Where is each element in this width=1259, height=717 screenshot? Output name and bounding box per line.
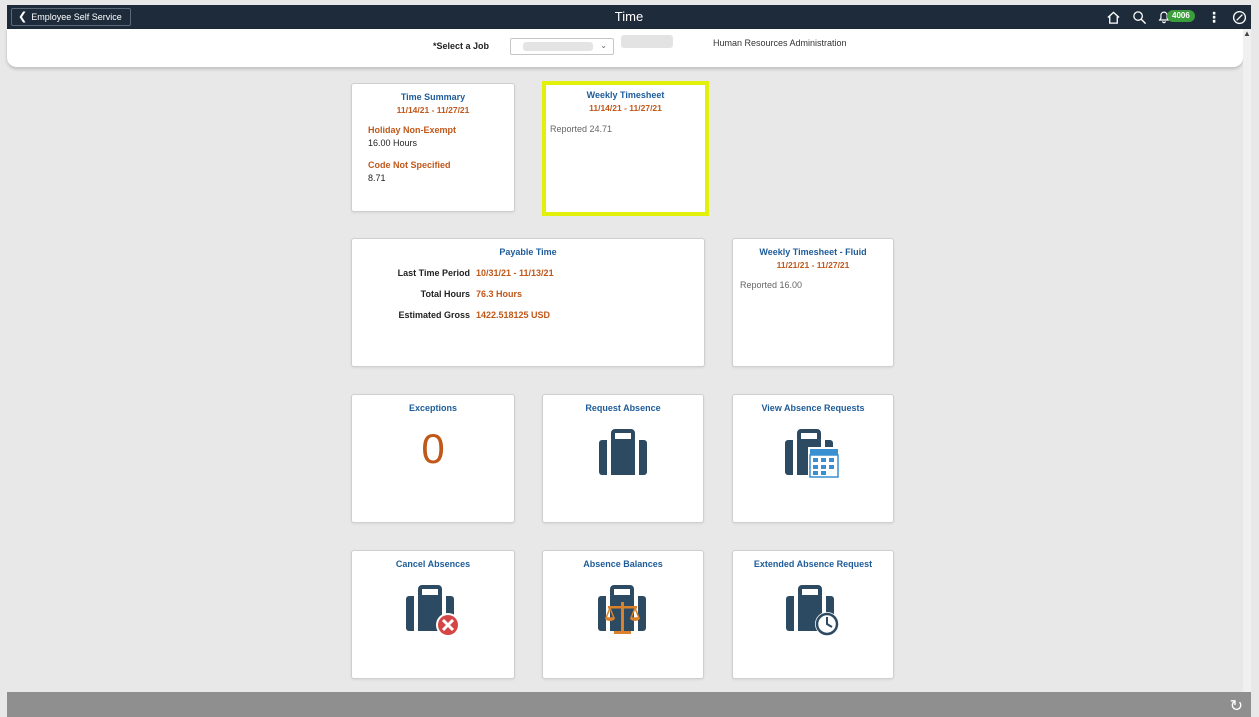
tile-period: 11/21/21 - 11/27/21 bbox=[776, 260, 850, 270]
summary-item-value: 16.00 Hours bbox=[368, 138, 418, 148]
tile-title: Weekly Timesheet bbox=[586, 90, 665, 100]
summary-item-label: Holiday Non-Exempt bbox=[368, 125, 457, 135]
briefcase-scale-icon bbox=[594, 584, 652, 643]
chevron-left-icon: ❮ bbox=[18, 11, 28, 23]
footer-bar: ↻ bbox=[7, 692, 1251, 717]
tile-title: Cancel Absences bbox=[395, 559, 471, 569]
reported-hours: Reported 24.71 bbox=[550, 124, 613, 134]
refresh-icon[interactable]: ↻ bbox=[1230, 696, 1243, 716]
tile-payable-time[interactable]: Payable Time Last Time Period 10/31/21 -… bbox=[351, 238, 705, 367]
reported-hours: Reported 16.00 bbox=[740, 280, 803, 290]
tile-title: Extended Absence Request bbox=[753, 559, 873, 569]
payable-row-value: 10/31/21 - 11/13/21 bbox=[476, 268, 554, 278]
home-icon[interactable] bbox=[1105, 9, 1121, 25]
tile-title: Weekly Timesheet - Fluid bbox=[759, 247, 867, 257]
payable-row-value: 76.3 Hours bbox=[476, 289, 523, 299]
summary-item-value: 8.71 bbox=[368, 173, 386, 183]
tile-extended-absence-request[interactable]: Extended Absence Request bbox=[732, 550, 894, 679]
exceptions-count: 0 bbox=[421, 425, 445, 472]
job-select-dropdown[interactable]: ⌄ bbox=[510, 38, 614, 55]
tile-weekly-timesheet[interactable]: Weekly Timesheet 11/14/21 - 11/27/21 Rep… bbox=[542, 81, 709, 216]
redacted-job-value bbox=[523, 42, 593, 51]
tile-cancel-absences[interactable]: Cancel Absences bbox=[351, 550, 515, 679]
top-nav-bar: ❮ Employee Self Service Time 4006 ⋮ bbox=[7, 5, 1251, 29]
tile-absence-balances[interactable]: Absence Balances bbox=[542, 550, 704, 679]
tile-request-absence[interactable]: Request Absence bbox=[542, 394, 704, 523]
chevron-down-icon: ⌄ bbox=[600, 41, 607, 50]
tile-view-absence-requests[interactable]: View Absence Requests bbox=[732, 394, 894, 523]
job-department: Human Resources Administration bbox=[713, 38, 847, 48]
search-icon[interactable] bbox=[1131, 9, 1147, 25]
tile-title: Request Absence bbox=[585, 403, 661, 413]
tile-period: 11/14/21 - 11/27/21 bbox=[396, 105, 470, 115]
page-title: Time bbox=[614, 9, 644, 24]
tile-title: Absence Balances bbox=[583, 559, 663, 569]
briefcase-calendar-icon bbox=[783, 428, 843, 485]
payable-row-label: Last Time Period bbox=[397, 268, 470, 278]
briefcase-clock-icon bbox=[784, 584, 842, 643]
job-selection-bar: *Select a Job ⌄ Human Resources Administ… bbox=[7, 29, 1243, 68]
tile-title: Time Summary bbox=[400, 92, 466, 102]
notification-badge: 4006 bbox=[1167, 10, 1195, 22]
tile-period: 11/14/21 - 11/27/21 bbox=[589, 103, 662, 113]
header-actions: 4006 ⋮ bbox=[1105, 5, 1247, 29]
vertical-scrollbar[interactable]: ▲ bbox=[1243, 29, 1251, 692]
tile-title: Exceptions bbox=[408, 403, 457, 413]
app-frame: ❮ Employee Self Service Time 4006 ⋮ *Sel… bbox=[0, 0, 1259, 717]
payable-row-label: Estimated Gross bbox=[398, 310, 470, 320]
tile-exceptions[interactable]: Exceptions 0 bbox=[351, 394, 515, 523]
notifications-button[interactable]: 4006 bbox=[1157, 9, 1197, 25]
payable-row-label: Total Hours bbox=[420, 289, 470, 299]
tile-title: View Absence Requests bbox=[761, 403, 865, 413]
summary-item-label: Code Not Specified bbox=[368, 160, 451, 170]
scroll-up-icon[interactable]: ▲ bbox=[1243, 29, 1251, 38]
payable-row-value: 1422.518125 USD bbox=[476, 310, 551, 320]
select-job-label: *Select a Job bbox=[433, 41, 490, 51]
briefcase-icon bbox=[595, 428, 651, 483]
tile-title: Payable Time bbox=[499, 247, 557, 257]
tile-weekly-timesheet-fluid[interactable]: Weekly Timesheet - Fluid 11/21/21 - 11/2… bbox=[732, 238, 894, 367]
compass-icon[interactable] bbox=[1231, 9, 1247, 25]
more-icon[interactable]: ⋮ bbox=[1207, 9, 1221, 25]
redacted-job-id bbox=[621, 35, 673, 48]
briefcase-cancel-icon bbox=[404, 584, 462, 643]
back-button-label: Employee Self Service bbox=[31, 12, 122, 22]
tile-time-summary[interactable]: Time Summary 11/14/21 - 11/27/21 Holiday… bbox=[351, 83, 515, 212]
back-button[interactable]: ❮ Employee Self Service bbox=[11, 8, 131, 26]
